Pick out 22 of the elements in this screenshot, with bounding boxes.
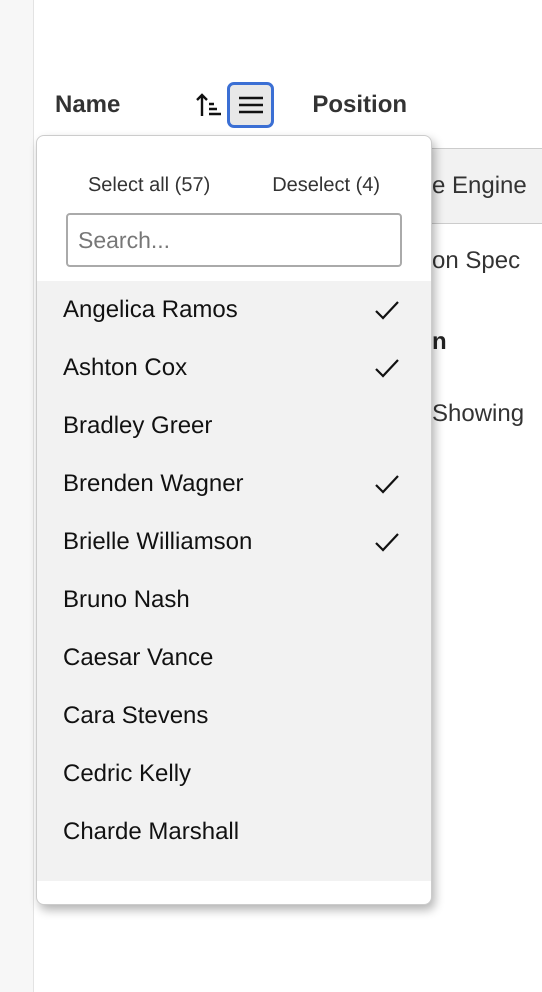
column-footer: n	[432, 328, 447, 356]
filter-option[interactable]: Charde Marshall	[37, 803, 431, 861]
filter-option[interactable]: Cara Stevens	[37, 687, 431, 745]
filter-option[interactable]: Brielle Williamson	[37, 513, 431, 571]
menu-icon	[238, 95, 264, 115]
filter-option[interactable]: Angelica Ramos	[37, 281, 431, 339]
filter-option[interactable]: Bradley Greer	[37, 397, 431, 455]
deselect-button[interactable]: Deselect (4)	[266, 172, 386, 199]
select-all-button[interactable]: Select all (57)	[82, 172, 216, 199]
table-cell: on Spec	[432, 247, 520, 275]
filter-option[interactable]: Bruno Nash	[37, 571, 431, 629]
table-cell: e Engine	[432, 172, 527, 200]
filter-option[interactable]: Cedric Kelly	[37, 745, 431, 803]
column-header[interactable]: Position	[312, 91, 408, 119]
sort-ascending-icon[interactable]	[196, 92, 222, 118]
filter-option[interactable]: Ashton Cox	[37, 339, 431, 397]
table-info: Showing	[432, 400, 526, 428]
filter-option[interactable]: Brenden Wagner	[37, 455, 431, 513]
filter-menu-button[interactable]	[227, 82, 274, 128]
column-header[interactable]: Name	[55, 91, 120, 119]
filter-option[interactable]: Caesar Vance	[37, 629, 431, 687]
search-field[interactable]: Search...	[66, 213, 402, 267]
